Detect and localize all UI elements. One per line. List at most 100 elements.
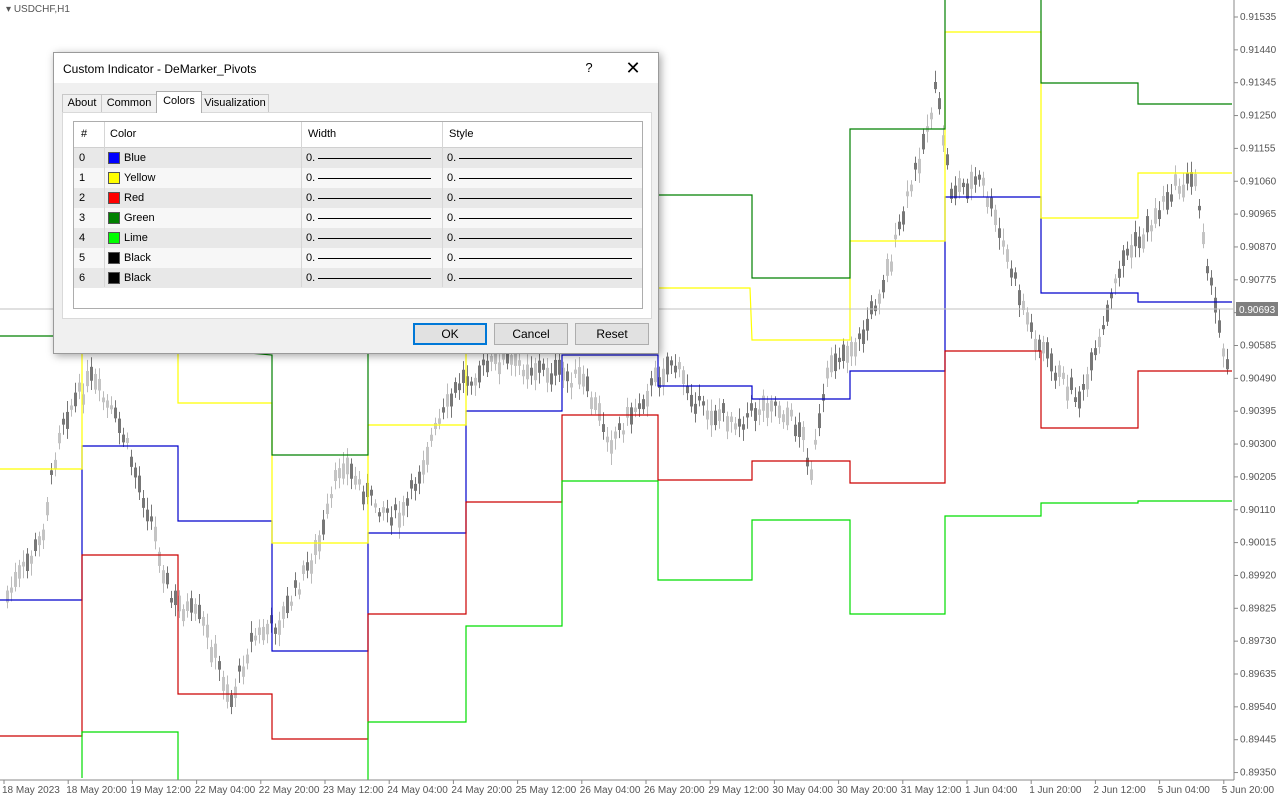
close-icon[interactable]: ✕ [620, 57, 646, 79]
time-tick-label: 24 May 20:00 [451, 785, 512, 796]
row-index: 4 [79, 232, 86, 244]
candle-body [114, 407, 117, 419]
color-row[interactable]: 5 Black 0. 0. [74, 248, 642, 268]
color-name[interactable]: Green [124, 212, 155, 224]
color-swatch[interactable] [108, 212, 120, 224]
time-axis: 18 May 2023 18 May 20:00 19 May 12:00 22 Ma… [2, 780, 1275, 796]
style-value[interactable]: 0. [447, 252, 456, 264]
color-swatch[interactable] [108, 252, 120, 264]
color-name[interactable]: Black [124, 272, 151, 284]
candle-body [486, 360, 489, 373]
candle-body [254, 635, 257, 641]
color-swatch[interactable] [108, 192, 120, 204]
candle-body [1114, 278, 1117, 284]
candle-body [70, 405, 73, 410]
price-tick-label: 0.90015 [1240, 538, 1277, 549]
candle-body [322, 519, 325, 535]
candle-body [258, 627, 261, 635]
style-value[interactable]: 0. [447, 192, 456, 204]
candle-body [1174, 174, 1177, 186]
time-tick-label: 23 May 12:00 [323, 785, 384, 796]
candle-body [770, 400, 773, 412]
candle-body [402, 502, 405, 516]
candle-body [1150, 225, 1153, 232]
color-swatch[interactable] [108, 232, 120, 244]
candle-body [170, 598, 173, 603]
candle-body [526, 364, 529, 380]
candle-body [430, 434, 433, 441]
width-value[interactable]: 0. [306, 252, 315, 264]
candle-body [118, 418, 121, 433]
help-icon[interactable]: ? [576, 57, 602, 79]
candle-body [1006, 249, 1009, 262]
candle-body [1218, 320, 1221, 333]
color-row[interactable]: 4 Lime 0. 0. [74, 228, 642, 248]
candle-body [894, 234, 897, 240]
width-value[interactable]: 0. [306, 192, 315, 204]
candle-body [394, 504, 397, 511]
candle-body [1082, 384, 1085, 390]
col-header-style[interactable]: Style [449, 128, 473, 140]
color-name[interactable]: Yellow [124, 172, 155, 184]
width-value[interactable]: 0. [306, 212, 315, 224]
color-swatch[interactable] [108, 152, 120, 164]
col-header-index[interactable]: # [81, 128, 87, 140]
candle-body [350, 463, 353, 479]
col-header-color[interactable]: Color [110, 128, 136, 140]
style-value[interactable]: 0. [447, 172, 456, 184]
candle-body [626, 407, 629, 418]
tab-common[interactable]: Common [101, 94, 157, 112]
candle-body [306, 562, 309, 571]
time-tick-label: 5 Jun 04:00 [1158, 785, 1211, 796]
color-swatch[interactable] [108, 272, 120, 284]
candle-body [1182, 184, 1185, 198]
color-name[interactable]: Blue [124, 152, 146, 164]
candle-body [1146, 216, 1149, 233]
width-value[interactable]: 0. [306, 172, 315, 184]
candle-body [1078, 391, 1081, 409]
color-row[interactable]: 1 Yellow 0. 0. [74, 168, 642, 188]
reset-button[interactable]: Reset [575, 323, 649, 345]
style-value[interactable]: 0. [447, 212, 456, 224]
candle-body [938, 98, 941, 110]
width-value[interactable]: 0. [306, 272, 315, 284]
candle-body [1186, 172, 1189, 184]
style-value[interactable]: 0. [447, 152, 456, 164]
price-tick-label: 0.91060 [1240, 176, 1277, 187]
tab-visualization[interactable]: Visualization [201, 94, 269, 112]
tab-about[interactable]: About [62, 94, 102, 112]
tab-colors[interactable]: Colors [156, 91, 202, 113]
color-name[interactable]: Red [124, 192, 144, 204]
width-line-sample [318, 218, 431, 219]
ok-button[interactable]: OK [413, 323, 487, 345]
width-value[interactable]: 0. [306, 152, 315, 164]
color-row[interactable]: 0 Blue 0. 0. [74, 148, 642, 168]
candle-body [530, 367, 533, 376]
candle-body [406, 498, 409, 506]
candle-body [818, 413, 821, 429]
style-value[interactable]: 0. [447, 232, 456, 244]
color-row[interactable]: 2 Red 0. 0. [74, 188, 642, 208]
candle-body [1058, 365, 1061, 377]
color-row[interactable]: 3 Green 0. 0. [74, 208, 642, 228]
cancel-button[interactable]: Cancel [494, 323, 568, 345]
candle-body [290, 601, 293, 606]
price-tick-label: 0.90585 [1240, 341, 1277, 352]
candle-body [622, 430, 625, 435]
width-value[interactable]: 0. [306, 232, 315, 244]
dialog-titlebar[interactable]: Custom Indicator - DeMarker_Pivots ? ✕ [54, 53, 658, 83]
style-line-sample [459, 218, 632, 219]
candle-body [726, 416, 729, 432]
dropdown-triangle-icon[interactable]: ▾ [6, 4, 11, 15]
color-name[interactable]: Black [124, 252, 151, 264]
color-name[interactable]: Lime [124, 232, 148, 244]
candle-body [418, 471, 421, 484]
candle-body [1162, 196, 1165, 202]
color-row[interactable]: 6 Black 0. 0. [74, 268, 642, 288]
chart-symbol-label[interactable]: ▾ USDCHF,H1 [6, 4, 70, 15]
color-swatch[interactable] [108, 172, 120, 184]
style-value[interactable]: 0. [447, 272, 456, 284]
candle-body [1214, 297, 1217, 313]
col-header-width[interactable]: Width [308, 128, 336, 140]
candle-body [774, 401, 777, 406]
